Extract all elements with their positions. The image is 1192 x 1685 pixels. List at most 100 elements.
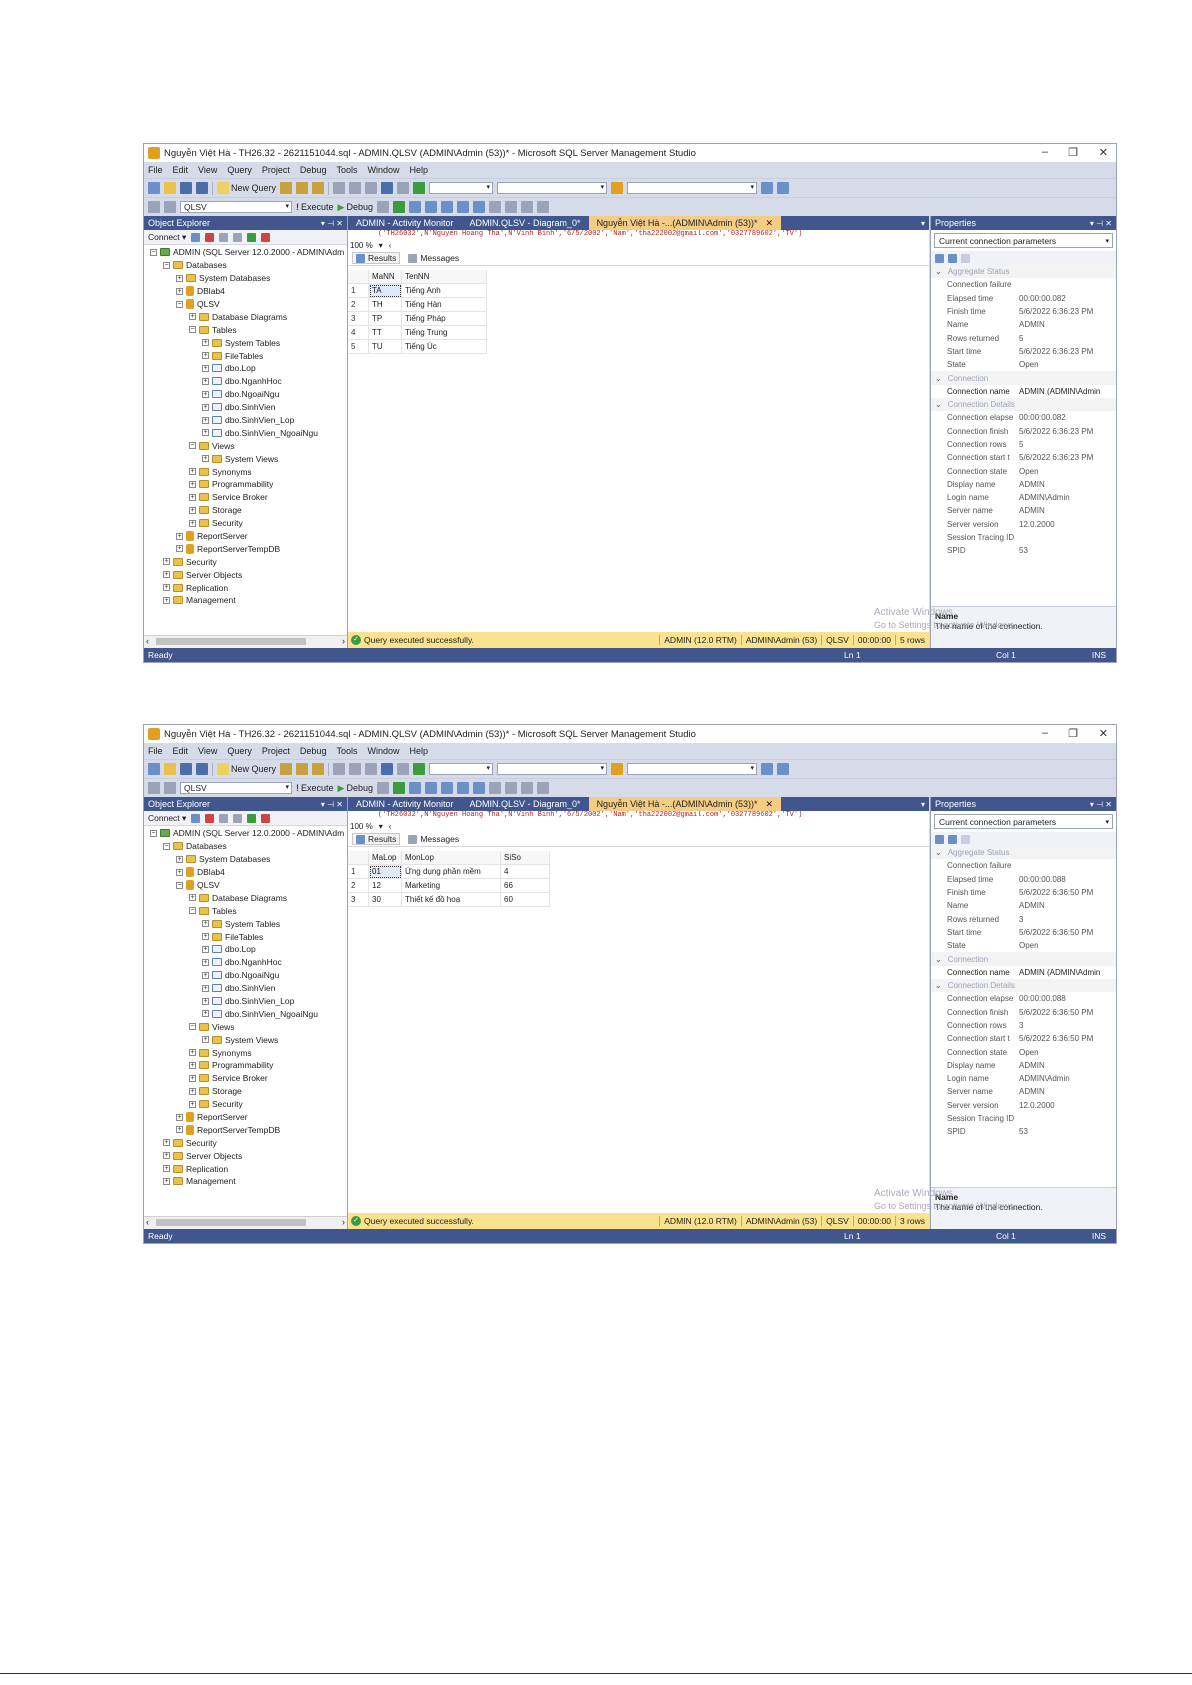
tree-node[interactable]: + Storage	[144, 504, 347, 517]
results-to-text-icon[interactable]	[440, 201, 453, 213]
property-row[interactable]: Connection finish 5/6/2022 6:36:23 PM	[931, 425, 1116, 438]
expand-icon[interactable]: +	[163, 1139, 170, 1147]
zoom-level[interactable]: 100 %	[350, 241, 373, 250]
connect-dropdown[interactable]: Connect ▾	[148, 813, 186, 824]
chevron-down-icon[interactable]: ▾	[379, 822, 383, 831]
change-connection-icon[interactable]	[164, 201, 176, 213]
parse-icon[interactable]	[392, 782, 405, 794]
property-row[interactable]: State Open	[931, 358, 1116, 371]
query-designer-icon[interactable]	[424, 201, 437, 213]
tab-query[interactable]: Nguyễn Việt Hà -...(ADMIN\Admin (53))* ✕	[588, 797, 781, 811]
zoom-level[interactable]: 100 %	[350, 822, 373, 831]
tree-node[interactable]: − Tables	[144, 904, 347, 917]
tree-node[interactable]: + Service Broker	[144, 1072, 347, 1085]
expand-icon[interactable]: +	[202, 971, 209, 979]
menu-query[interactable]: Query	[227, 165, 252, 175]
analysis-query-icon[interactable]	[296, 763, 309, 775]
column-header[interactable]: TenNN	[401, 270, 487, 284]
expand-icon[interactable]: +	[176, 287, 183, 295]
tree-node[interactable]: + dbo.SinhVien_Lop	[144, 414, 347, 427]
tree-node[interactable]: + Security	[144, 555, 347, 568]
connect-icon[interactable]	[148, 201, 160, 213]
results-to-grid-icon[interactable]	[456, 782, 469, 794]
tab-messages[interactable]: Messages	[408, 253, 459, 263]
menu-query[interactable]: Query	[227, 746, 252, 756]
property-row[interactable]: Connection start t 5/6/2022 6:36:23 PM	[931, 451, 1116, 464]
property-category[interactable]: ⌄ Aggregate Status	[931, 265, 1116, 279]
properties-object-combo[interactable]: Current connection parameters ▾	[934, 233, 1113, 248]
expand-icon[interactable]: +	[189, 313, 196, 321]
grid-cell[interactable]: TP	[368, 311, 402, 326]
expand-icon[interactable]: +	[189, 1100, 196, 1108]
property-row[interactable]: Name ADMIN	[931, 899, 1116, 912]
tree-node[interactable]: + System Tables	[144, 917, 347, 930]
tree-node[interactable]: + dbo.SinhVien	[144, 982, 347, 995]
save-icon[interactable]	[180, 763, 192, 775]
mdx-query-icon[interactable]	[312, 763, 325, 775]
tree-node[interactable]: + System Views	[144, 1033, 347, 1046]
scroll-right-icon[interactable]: ›	[342, 1217, 345, 1227]
scroll-thumb[interactable]	[156, 638, 306, 645]
property-row[interactable]: Elapsed time 00:00:00.082	[931, 292, 1116, 305]
save-all-icon[interactable]	[196, 182, 208, 194]
collapse-icon[interactable]: −	[189, 1023, 196, 1031]
expand-icon[interactable]: +	[189, 1087, 196, 1095]
property-row[interactable]: Finish time 5/6/2022 6:36:23 PM	[931, 305, 1116, 318]
results-to-grid-icon[interactable]	[456, 201, 469, 213]
expand-icon[interactable]: +	[202, 945, 209, 953]
property-row[interactable]: State Open	[931, 939, 1116, 952]
property-row[interactable]: Name ADMIN	[931, 318, 1116, 331]
menu-file[interactable]: File	[148, 165, 163, 175]
tree-node[interactable]: + Server Objects	[144, 1149, 347, 1162]
tree-node[interactable]: + Service Broker	[144, 491, 347, 504]
collapse-icon[interactable]: −	[163, 261, 170, 269]
tab-list-icon[interactable]: ▾	[921, 800, 925, 809]
expand-icon[interactable]: +	[202, 455, 209, 463]
row-number[interactable]: 2	[348, 297, 369, 312]
grid-cell[interactable]: Thiết kế đồ hoạ	[401, 892, 501, 907]
categorized-icon[interactable]	[935, 834, 944, 844]
property-pages-icon[interactable]	[961, 834, 970, 844]
activity-monitor-icon[interactable]	[261, 232, 271, 242]
expand-icon[interactable]: +	[189, 519, 196, 527]
alphabetical-icon[interactable]	[948, 834, 957, 844]
activity-monitor-icon[interactable]	[261, 813, 271, 823]
tree-node[interactable]: + System Tables	[144, 336, 347, 349]
column-header[interactable]: MonLop	[401, 851, 501, 865]
chevron-down-icon[interactable]: ⌄	[935, 848, 942, 857]
available-databases-combo[interactable]: QLSV ▾	[180, 201, 292, 213]
grid-cell[interactable]: 01	[368, 864, 402, 879]
menu-file[interactable]: File	[148, 746, 163, 756]
scroll-left-icon[interactable]: ‹	[389, 822, 392, 831]
filter-icon[interactable]	[233, 813, 243, 823]
parse-icon[interactable]	[392, 201, 405, 213]
property-row[interactable]: Server name ADMIN	[931, 1085, 1116, 1098]
menu-edit[interactable]: Edit	[173, 165, 189, 175]
db-query-icon[interactable]	[280, 763, 293, 775]
menu-tools[interactable]: Tools	[336, 165, 357, 175]
column-header[interactable]: MaLop	[368, 851, 402, 865]
close-button[interactable]: ✕	[1099, 727, 1108, 740]
chevron-down-icon[interactable]: ▾	[379, 241, 383, 250]
pin-icon[interactable]: ▾ ⊣ ✕	[321, 800, 343, 809]
property-row[interactable]: Connection rows 3	[931, 1019, 1116, 1032]
property-row[interactable]: Login name ADMIN\Admin	[931, 1072, 1116, 1085]
expand-icon[interactable]: +	[202, 1010, 209, 1018]
execute-button[interactable]: ! Execute	[296, 202, 334, 212]
expand-icon[interactable]: +	[163, 1177, 170, 1185]
copy-icon[interactable]	[349, 182, 362, 194]
expand-icon[interactable]: +	[163, 1152, 170, 1160]
menu-help[interactable]: Help	[409, 746, 428, 756]
collapse-icon[interactable]: −	[176, 300, 183, 308]
property-pages-icon[interactable]	[961, 253, 970, 263]
property-row[interactable]: Display name ADMIN	[931, 1059, 1116, 1072]
tree-node[interactable]: + dbo.NganhHoc	[144, 375, 347, 388]
menu-project[interactable]: Project	[262, 165, 290, 175]
grid-cell[interactable]: TA	[368, 283, 402, 298]
menu-edit[interactable]: Edit	[173, 746, 189, 756]
property-row[interactable]: Connection elapse 00:00:00.082	[931, 411, 1116, 424]
collapse-icon[interactable]: −	[189, 907, 196, 915]
pin-icon[interactable]: ▾ ⊣ ✕	[321, 219, 343, 228]
row-number[interactable]: 1	[348, 283, 369, 298]
tab-list-icon[interactable]: ▾	[921, 219, 925, 228]
